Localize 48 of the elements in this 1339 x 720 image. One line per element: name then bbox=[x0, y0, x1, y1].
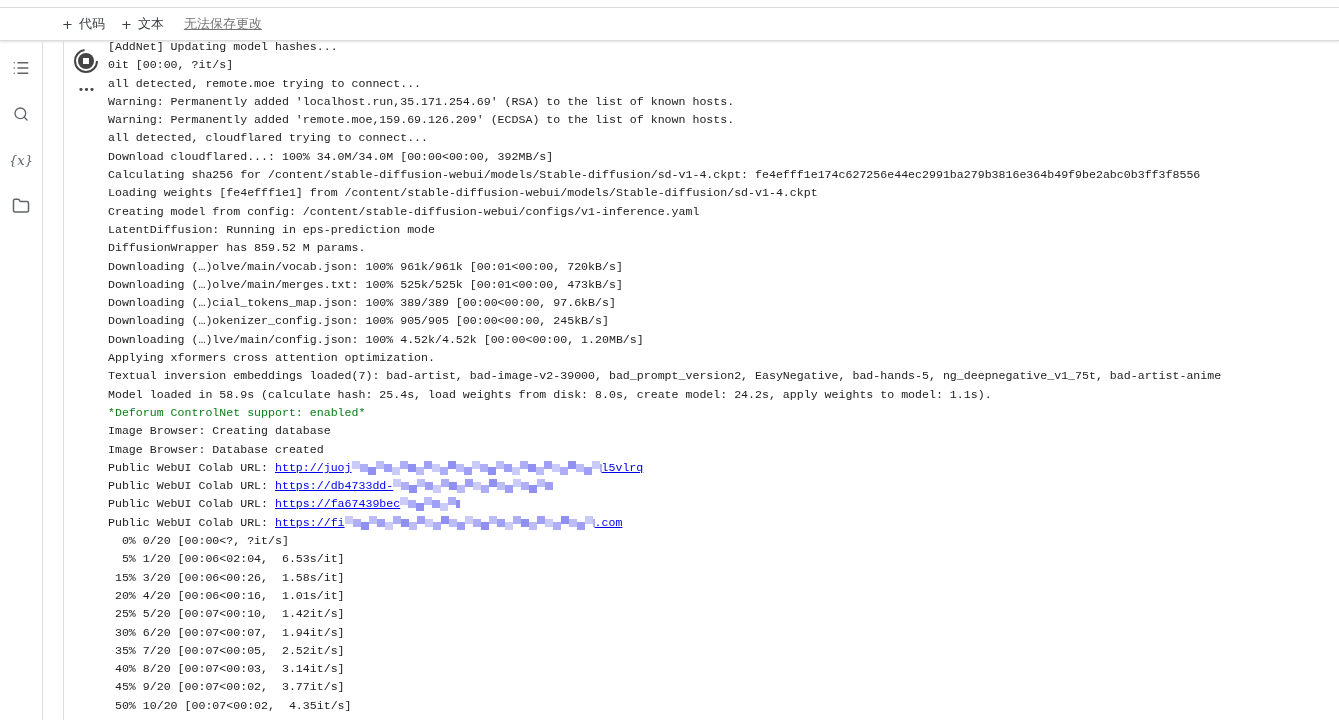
output-line: 50% 10/20 [00:07<00:02, 4.35it/s] bbox=[113, 697, 353, 714]
output-line: Downloading (…)cial_tokens_map.json: 100% 389/389 [00:00<00:00, 97.6kB/s] bbox=[108, 295, 617, 312]
output-line: 20% 4/20 [00:06<00:16, 1.01s/it] bbox=[113, 587, 346, 604]
output-line: 5% 1/20 [00:06<02:04, 6.53s/it] bbox=[120, 551, 346, 568]
output-line: Public WebUI Colab URL: bbox=[108, 514, 270, 531]
output-line: 0it [00:00, ?it/s] bbox=[108, 57, 235, 74]
output-line: 0% 0/20 [00:00<?, ?it/s] bbox=[120, 533, 290, 549]
output-line: LatentDiffusion: Running in eps-prediction mode bbox=[108, 221, 436, 238]
toolbar-button[interactable]: + 代码 bbox=[56, 11, 111, 37]
output-line: [AddNet] Updating model hashes... bbox=[108, 41, 339, 55]
output-line: Loading weights [fe4efff1e1] from /content/stable-diffusion-webui/models/Stable-diffusion/sd-v1-4.ckpt bbox=[108, 185, 819, 202]
output-line: Downloading (…)okenizer_config.json: 100% 905/905 [00:00<00:00, 245kB/s] bbox=[108, 313, 610, 330]
more-options-button[interactable]: ••• bbox=[77, 83, 95, 96]
output-line: all detected, remote.moe trying to connect... bbox=[108, 75, 423, 92]
url-link[interactable]: l5vlrq bbox=[601, 458, 644, 478]
output-line: 15% 3/20 [00:06<00:26, 1.58s/it] bbox=[113, 569, 346, 586]
output-line: Creating model from config: /content/stable-diffusion-webui/configs/v1-inference.yaml bbox=[108, 203, 701, 220]
output-line: Downloading (…)olve/main/vocab.json: 100% 961k/961k [00:01<00:00, 720kB/s] bbox=[108, 258, 624, 275]
url-link[interactable]: http://juoj bbox=[275, 458, 352, 478]
output-line: all detected, cloudflared trying to connect... bbox=[108, 130, 430, 147]
output-line: Downloading (…)lve/main/config.json: 100% 4.52k/4.52k [00:00<00:00, 1.20MB/s] bbox=[108, 331, 645, 348]
url-link[interactable]: .com bbox=[594, 513, 623, 532]
output-line: Public WebUI Colab URL: bbox=[108, 496, 270, 513]
output-line: 45% 9/20 [00:07<00:02, 3.77it/s] bbox=[113, 679, 346, 696]
toolbar-button[interactable]: + 文本 bbox=[114, 11, 170, 37]
output-line: Warning: Permanently added 'localhost.run,35.171.254.69' (RSA) to the list of known hosts. bbox=[108, 93, 736, 110]
output-line: Public WebUI Colab URL: bbox=[108, 459, 270, 476]
save-status-link[interactable]: 无法保存更改 bbox=[183, 15, 262, 33]
output-line: Calculating sha256 for /content/stable-diffusion-webui/models/Stable-diffusion/sd-v1-4.ckpt: fe4efff1e174c627256e44ec2991ba279b3816e364b49f9be2abc0b3ff3f8556 bbox=[108, 167, 1202, 184]
url-link[interactable]: https://fa67439bec bbox=[275, 495, 401, 514]
output-line: Downloading (…)olve/main/merges.txt: 100% 525k/525k [00:01<00:00, 473kB/s] bbox=[108, 276, 624, 293]
output-line: Applying xformers cross attention optimization. bbox=[108, 350, 436, 367]
output-line: 40% 8/20 [00:07<00:03, 3.14it/s] bbox=[113, 661, 346, 678]
output-line: Model loaded in 58.9s (calculate hash: 25.4s, load weights from disk: 8.0s, create model: 24.2s, apply weights to model: 1.1s). bbox=[108, 386, 993, 403]
output-line: 25% 5/20 [00:07<00:10, 1.42it/s] bbox=[113, 606, 346, 623]
url-link[interactable]: https://db4733dd- bbox=[275, 477, 394, 496]
output-line: *Deforum ControlNet support: enabled* bbox=[108, 404, 367, 421]
output-line: Warning: Permanently added 'remote.moe,159.69.126.209' (ECDSA) to the list of known hosts. bbox=[108, 112, 736, 129]
output-line: 35% 7/20 [00:07<00:05, 2.52it/s] bbox=[113, 642, 346, 659]
url-link[interactable]: https://fi bbox=[275, 513, 345, 532]
output-line: Image Browser: Database created bbox=[108, 441, 325, 458]
output-line: Image Browser: Creating database bbox=[108, 423, 332, 440]
stop-button[interactable] bbox=[74, 49, 98, 73]
output-line: Download cloudflared...: 100% 34.0M/34.0M [00:00<00:00, 392MB/s] bbox=[108, 148, 555, 165]
output-line: DiffusionWrapper has 859.52 M params. bbox=[108, 240, 367, 257]
output-line: Public WebUI Colab URL: bbox=[108, 478, 270, 495]
output-line: 30% 6/20 [00:07<00:07, 1.94it/s] bbox=[113, 624, 346, 641]
output-line: Textual inversion embeddings loaded(7): bad-artist, bad-image-v2-39000, bad_prompt_version2, EasyNegative, bad-hands-5, ng_deepnegative_v1_75t, bad-artist-anime bbox=[108, 368, 1222, 385]
